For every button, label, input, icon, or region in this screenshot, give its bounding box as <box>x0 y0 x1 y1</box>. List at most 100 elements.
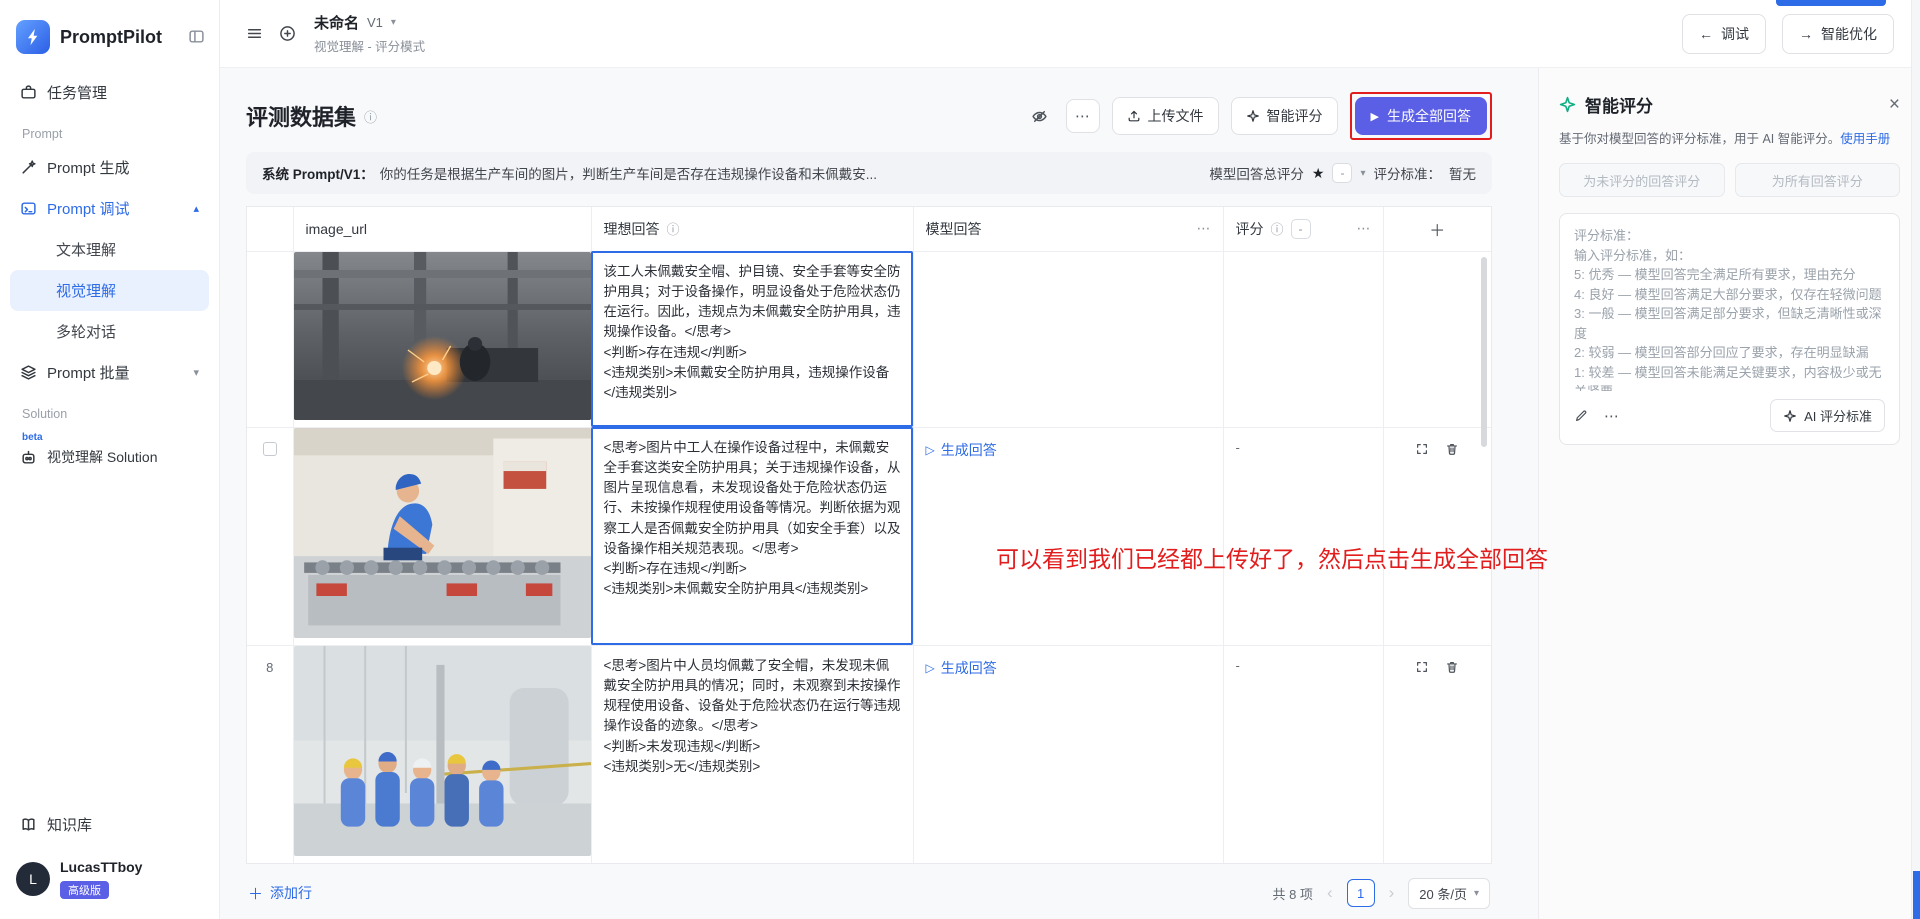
column-menu-icon[interactable]: ⋯ <box>1197 220 1211 237</box>
add-circle-icon[interactable] <box>279 25 296 42</box>
prev-page-icon[interactable]: ‹ <box>1325 883 1335 903</box>
model-answer-cell[interactable] <box>913 251 1223 427</box>
row-image[interactable] <box>294 646 591 856</box>
chevron-down-icon[interactable]: ▾ <box>391 17 396 28</box>
row-checkbox[interactable] <box>263 442 277 456</box>
pencil-icon[interactable] <box>1574 409 1588 423</box>
pagination: 共 8 项 ‹ 1 › 20 条/页 ▾ <box>1272 878 1490 909</box>
beta-badge: beta <box>22 432 43 443</box>
close-icon[interactable]: × <box>1889 95 1900 114</box>
smart-optimize-button[interactable]: → 智能优化 <box>1782 14 1894 54</box>
score-unscored-button[interactable]: 为未评分的回答评分 <box>1559 163 1725 197</box>
criteria-placeholder: 评分标准： 输入评分标准，如： 5: 优秀 — 模型回答完全满足所有要求，理由充… <box>1574 226 1885 391</box>
info-icon[interactable]: ⓘ <box>364 107 377 126</box>
total-score-value[interactable]: - <box>1332 163 1352 183</box>
debug-button[interactable]: ← 调试 <box>1682 14 1766 54</box>
sidebar-item-vision-solution[interactable]: beta 视觉理解 Solution <box>10 433 209 477</box>
content-row: 评测数据集 ⓘ ⋯ 上传文件 <box>220 68 1920 919</box>
row-image[interactable] <box>294 428 591 638</box>
add-column-header[interactable]: ＋ <box>1383 207 1491 251</box>
score-criteria-editor[interactable]: 评分标准： 输入评分标准，如： 5: 优秀 — 模型回答完全满足所有要求，理由充… <box>1559 213 1900 445</box>
table-scrollbar[interactable] <box>1481 257 1487 447</box>
image-cell[interactable] <box>293 251 591 427</box>
image-cell[interactable] <box>293 427 591 645</box>
ideal-answer-cell[interactable]: <思考>图片中人员均佩戴了安全帽，未发现未佩戴安全防护用具的情况；同时，未观察到… <box>591 645 913 863</box>
panel-header: 智能评分 × <box>1559 92 1900 117</box>
user-name: LucasTTboy <box>60 859 142 875</box>
column-header-ideal-answer[interactable]: 理想回答ⓘ <box>591 207 913 251</box>
collapse-sidebar-icon[interactable] <box>188 28 205 50</box>
sparkle-icon <box>1246 109 1260 123</box>
column-header-model-answer[interactable]: 模型回答⋯ <box>913 207 1223 251</box>
ai-score-standard-button[interactable]: AI 评分标准 <box>1770 399 1885 432</box>
column-header-score[interactable]: 评分 ⓘ- ⋯ <box>1223 207 1383 251</box>
page-number[interactable]: 1 <box>1347 879 1375 907</box>
score-cell[interactable]: - <box>1223 427 1383 645</box>
total-items: 共 8 项 <box>1272 884 1312 903</box>
sidebar-item-prompt-batch[interactable]: Prompt 批量 ▾ <box>10 352 209 393</box>
add-row-button[interactable]: ＋ 添加行 <box>248 883 312 904</box>
expand-row-icon[interactable] <box>1415 442 1429 456</box>
eye-off-icon[interactable] <box>1025 102 1054 131</box>
plus-icon[interactable]: ＋ <box>1429 217 1445 241</box>
menu-icon[interactable] <box>246 25 263 42</box>
system-prompt-bar[interactable]: 系统 Prompt/V1： 你的任务是根据生产车间的图片，判断生产车间是否存在违… <box>246 152 1492 194</box>
version-label[interactable]: V1 <box>367 15 383 30</box>
row-image[interactable] <box>294 252 591 420</box>
score-cell[interactable] <box>1223 251 1383 427</box>
sidebar-item-prompt-debug[interactable]: Prompt 调试 ▴ <box>10 188 209 229</box>
document-title[interactable]: 未命名 <box>314 12 359 33</box>
ideal-answer-text: <思考>图片中人员均佩戴了安全帽，未发现未佩戴安全防护用具的情况；同时，未观察到… <box>592 646 913 788</box>
ideal-answer-cell[interactable]: <思考>图片中工人在操作设备过程中，未佩戴安全手套这类安全防护用具；关于违规操作… <box>591 427 913 645</box>
manual-link[interactable]: 使用手册 <box>1840 132 1890 146</box>
model-answer-cell[interactable]: ▷ 生成回答 <box>913 645 1223 863</box>
smart-score-button[interactable]: 智能评分 <box>1231 97 1338 135</box>
row-actions-cell <box>1383 427 1491 645</box>
info-icon[interactable]: ⓘ <box>1271 219 1284 238</box>
next-page-icon[interactable]: › <box>1387 883 1397 903</box>
sidebar-item-prompt-generate[interactable]: Prompt 生成 <box>10 147 209 188</box>
criteria-label: 评分标准： <box>1374 163 1442 183</box>
sidebar-subitem-multiturn-dialog[interactable]: 多轮对话 <box>10 311 209 352</box>
upload-file-button[interactable]: 上传文件 <box>1112 97 1219 135</box>
play-icon: ▶ <box>1371 110 1379 123</box>
row-handle-cell[interactable]: 8 <box>247 645 293 863</box>
tutorial-annotation-text: 可以看到我们已经都上传好了，然后点击生成全部回答 <box>996 540 1548 574</box>
generate-all-answers-button[interactable]: ▶ 生成全部回答 <box>1355 97 1487 135</box>
sidebar-subitem-text-understanding[interactable]: 文本理解 <box>10 229 209 270</box>
row-handle-cell[interactable] <box>247 251 293 427</box>
score-all-button[interactable]: 为所有回答评分 <box>1735 163 1901 197</box>
delete-row-icon[interactable] <box>1445 442 1459 456</box>
column-header-image-url[interactable]: image_url <box>293 207 591 251</box>
info-icon[interactable]: ⓘ <box>667 219 680 238</box>
chevron-down-icon[interactable]: ▾ <box>1360 168 1365 179</box>
page-size-select[interactable]: 20 条/页 ▾ <box>1408 878 1490 909</box>
more-options-icon[interactable]: ⋯ <box>1604 407 1619 425</box>
score-filter[interactable]: - <box>1291 219 1311 239</box>
window-scrollbar-thumb[interactable] <box>1913 871 1920 919</box>
more-options-button[interactable]: ⋯ <box>1066 99 1100 133</box>
ideal-answer-text: <思考>图片中工人在操作设备过程中，未佩戴安全手套这类安全防护用具；关于违规操作… <box>592 428 913 610</box>
sidebar-subitem-vision-understanding[interactable]: 视觉理解 <box>10 270 209 311</box>
sidebar-bottom: 知识库 L LucasTTboy 高级版 <box>0 800 219 919</box>
row-handle-cell[interactable] <box>247 427 293 645</box>
generate-answer-link[interactable]: ▷ 生成回答 <box>926 658 997 678</box>
row-actions-cell <box>1383 645 1491 863</box>
window-scrollbar[interactable] <box>1911 0 1920 919</box>
panel-description: 基于你对模型回答的评分标准，用于 AI 智能评分。使用手册 <box>1559 128 1900 147</box>
delete-row-icon[interactable] <box>1445 660 1459 674</box>
expand-row-icon[interactable] <box>1415 660 1429 674</box>
sidebar-item-task-management[interactable]: 任务管理 <box>10 72 209 113</box>
score-cell[interactable]: - <box>1223 645 1383 863</box>
generate-answer-link[interactable]: ▷ 生成回答 <box>926 440 997 460</box>
total-score-label: 模型回答总评分 <box>1209 163 1304 183</box>
column-menu-icon[interactable]: ⋯ <box>1357 220 1371 237</box>
criteria-value: 暂无 <box>1449 163 1476 183</box>
model-answer-cell[interactable]: ▷ 生成回答 <box>913 427 1223 645</box>
user-account[interactable]: L LucasTTboy 高级版 <box>0 845 219 919</box>
ideal-answer-cell[interactable]: 该工人未佩戴安全帽、护目镜、安全手套等安全防护用具；对于设备操作，明显设备处于危… <box>591 251 913 427</box>
table-header-row: image_url 理想回答ⓘ 模型回答⋯ 评分ⓘ-⋯ ＋ <box>247 207 1491 251</box>
sidebar-item-knowledge-base[interactable]: 知识库 <box>10 804 209 845</box>
score-header-label: 评分 <box>1236 219 1264 239</box>
image-cell[interactable] <box>293 645 591 863</box>
